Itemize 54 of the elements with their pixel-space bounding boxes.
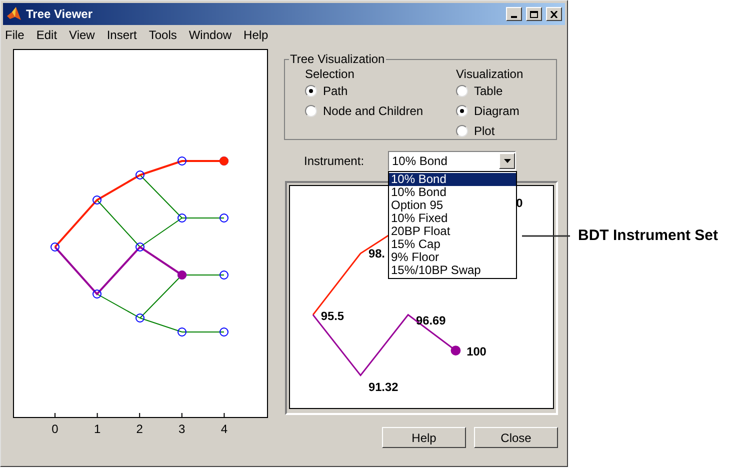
radio-button[interactable] [305,105,317,117]
node-value: 95.5 [320,308,344,323]
close-button[interactable] [546,7,562,21]
close-icon [550,10,558,18]
dropdown-arrow-button[interactable] [499,153,515,169]
radio-button[interactable] [456,105,468,117]
dropdown-option[interactable]: 10% Fixed [389,212,516,225]
dropdown-option[interactable]: 20BP Float [389,225,516,238]
menu-item[interactable]: Edit [36,26,58,44]
menu-item[interactable]: Tools [148,26,177,44]
tick-label: 4 [220,422,228,436]
dropdown-option[interactable]: Option 95 [389,199,516,212]
instrument-dropdown[interactable]: 10% Bond [388,151,516,171]
logo-icon [6,6,22,22]
radio-label: Diagram [474,103,520,120]
menu-item[interactable]: View [69,26,95,44]
group-title: Tree Visualization [289,51,386,68]
radio-button[interactable] [305,85,317,97]
radio-label: Table [474,83,503,100]
node-value: 96.69 [416,314,446,328]
menu-item[interactable]: Help [244,26,268,44]
instrument-label: Instrument: [304,153,366,170]
group-label: Visualization [456,66,524,81]
dropdown-option[interactable]: 10% Bond [389,173,516,186]
dropdown-option[interactable]: 15% Cap [389,238,516,251]
dropdown-option[interactable]: 15%/10BP Swap [389,264,516,277]
callout-label: BDT Instrument Set [578,226,718,246]
menu-item[interactable]: Window [188,26,232,44]
tick-label: 2 [136,422,143,436]
caret-icon [504,159,510,163]
maximize-button[interactable] [526,7,542,21]
node-value: 100 [466,344,486,358]
dropdown-option[interactable]: 9% Floor [389,251,516,264]
minimize-button[interactable] [506,7,522,21]
maximize-icon [530,10,538,18]
node-value: 91.32 [368,380,398,394]
radio-button[interactable] [456,125,468,137]
tick-label: 3 [178,422,186,436]
node-value: 98. [368,246,385,260]
radio-label: Plot [474,123,495,140]
menu-item[interactable]: Insert [106,26,137,44]
window-title: Tree Viewer [26,6,94,23]
dropdown-option[interactable]: 10% Bond [389,186,516,199]
tick-label: 0 [52,422,58,436]
tick-label: 1 [94,422,101,436]
dialog-button[interactable]: Close [474,427,558,448]
radio-label: Node and Children [323,103,424,120]
dialog-button[interactable]: Help [382,427,466,448]
radio-button[interactable] [456,85,468,97]
radio-label: Path [323,83,348,100]
end-node [450,346,461,356]
menu-item[interactable]: File [5,26,24,44]
leader-line [522,235,570,237]
group-label: Selection [305,66,356,81]
